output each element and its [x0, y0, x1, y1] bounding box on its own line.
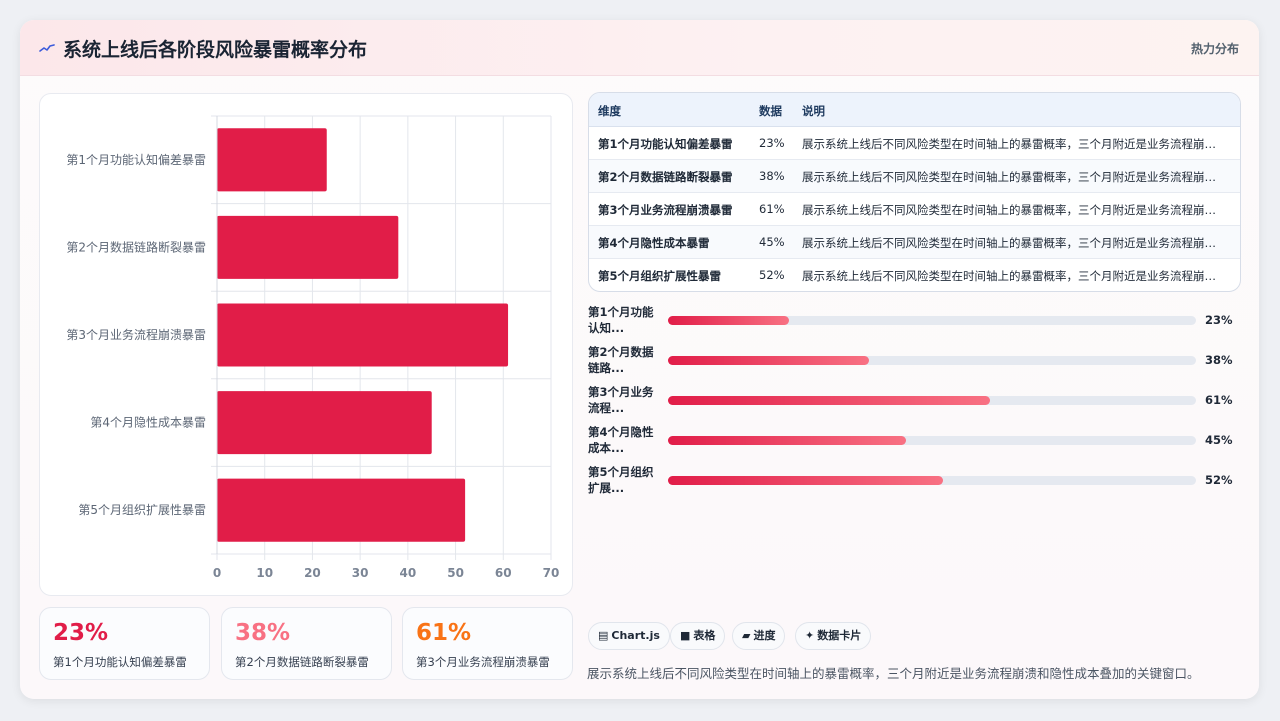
cell-dimension: 第3个月业务流程崩溃暴雷 [598, 203, 733, 217]
header-bar: 系统上线后各阶段风险暴雷概率分布 热力分布 [20, 20, 1259, 76]
x-tick-label: 20 [304, 566, 321, 580]
table-row: 第3个月业务流程崩溃暴雷 61% 展示系统上线后不同风险类型在时间轴上的暴雷概率… [589, 193, 1240, 226]
kpi-label: 第3个月业务流程崩溃暴雷 [416, 655, 550, 669]
table-row: 第5个月组织扩展性暴雷 52% 展示系统上线后不同风险类型在时间轴上的暴雷概率，… [589, 259, 1240, 291]
progress-track [668, 436, 1196, 445]
cell-description: 展示系统上线后不同风险类型在时间轴上的暴雷概率，三个月附近是业务流程崩溃和隐性成… [802, 137, 1224, 151]
cell-value: 23% [759, 136, 785, 150]
progress-track [668, 316, 1196, 325]
cell-description: 展示系统上线后不同风险类型在时间轴上的暴雷概率，三个月附近是业务流程崩溃和隐性成… [802, 170, 1224, 184]
progress-label: 第5个月组织扩展... [588, 465, 654, 495]
chart-icon: ▤ [598, 629, 609, 642]
chip-label: Chart.js [611, 629, 660, 642]
progress-value: 38% [1205, 353, 1233, 367]
progress-fill [668, 356, 869, 365]
kpi-card-3: 61% 第3个月业务流程崩溃暴雷 [402, 607, 573, 680]
kpi-value: 61% [416, 620, 472, 646]
progress-fill [668, 476, 943, 485]
progress-item: 第2个月数据链路... 38% [588, 342, 1241, 376]
progress-item: 第4个月隐性成本... 45% [588, 422, 1241, 456]
data-table: 维度 数据 说明 第1个月功能认知偏差暴雷 23% 展示系统上线后不同风险类型在… [588, 92, 1241, 292]
cell-value: 61% [759, 202, 785, 216]
bar [217, 128, 327, 192]
heatmap-tag: 热力分布 [1190, 42, 1239, 56]
x-tick-label: 30 [352, 566, 369, 580]
cell-value: 38% [759, 169, 785, 183]
progress-icon: ▰ [742, 629, 751, 642]
progress-label: 第4个月隐性成本... [588, 425, 654, 455]
table-row: 第4个月隐性成本暴雷 45% 展示系统上线后不同风险类型在时间轴上的暴雷概率，三… [589, 226, 1240, 259]
page-title: 系统上线后各阶段风险暴雷概率分布 [63, 39, 368, 61]
cell-dimension: 第2个月数据链路断裂暴雷 [598, 170, 733, 184]
column-header-description: 说明 [802, 104, 825, 118]
table-header: 维度 数据 说明 [589, 93, 1240, 127]
progress-track [668, 356, 1196, 365]
footnote-text: 展示系统上线后不同风险类型在时间轴上的暴雷概率，三个月附近是业务流程崩溃和隐性成… [587, 666, 1200, 681]
bar-chart-panel: 0 10 20 30 40 50 60 70 第1个月功能认知偏差暴雷 第2个月数据链路断裂暴雷第… [39, 93, 573, 596]
chip-chartjs[interactable]: ▤ Chart.js [588, 622, 670, 650]
kpi-value: 38% [235, 620, 291, 646]
cell-value: 52% [759, 268, 785, 282]
chip-progress[interactable]: ▰ 进度 [732, 622, 786, 650]
cell-description: 展示系统上线后不同风险类型在时间轴上的暴雷概率，三个月附近是业务流程崩溃和隐性成… [802, 269, 1224, 283]
card-icon: ✦ [805, 629, 815, 642]
progress-value: 61% [1205, 393, 1233, 407]
progress-fill [668, 316, 790, 325]
sparkline-icon [39, 44, 55, 52]
progress-fill [668, 436, 906, 445]
progress-fill [668, 396, 991, 405]
chip-data-card[interactable]: ✦ 数据卡片 [795, 622, 872, 650]
kpi-card-2: 38% 第2个月数据链路断裂暴雷 [221, 607, 392, 680]
kpi-label: 第2个月数据链路断裂暴雷 [235, 655, 369, 669]
table-icon: ■ [680, 629, 691, 642]
progress-track [668, 396, 1196, 405]
progress-item: 第1个月功能认知... 23% [588, 302, 1241, 336]
cell-dimension: 第5个月组织扩展性暴雷 [598, 269, 722, 283]
y-tick-label: 第4个月隐性成本暴雷 [90, 416, 206, 430]
progress-item: 第5个月组织扩展... 52% [588, 462, 1241, 496]
cell-description: 展示系统上线后不同风险类型在时间轴上的暴雷概率，三个月附近是业务流程崩溃和隐性成… [802, 203, 1224, 217]
cell-dimension: 第4个月隐性成本暴雷 [598, 236, 710, 250]
chip-label: 进度 [753, 629, 776, 642]
cell-dimension: 第1个月功能认知偏差暴雷 [598, 137, 733, 151]
bar [217, 391, 432, 455]
table-row: 第1个月功能认知偏差暴雷 23% 展示系统上线后不同风险类型在时间轴上的暴雷概率… [589, 127, 1240, 160]
bar-chart: 0 10 20 30 40 50 60 70第1个月功能认知偏差暴雷第2个月数据链路断裂暴雷第… [66, 115, 560, 580]
y-tick-label: 第2个月数据链路断裂暴雷 [66, 239, 206, 254]
progress-label: 第3个月业务流程... [588, 385, 654, 415]
bar [217, 478, 466, 542]
bar [217, 303, 509, 367]
column-header-dimension: 维度 [598, 104, 621, 118]
chip-table[interactable]: ■ 表格 [670, 622, 726, 650]
progress-value: 52% [1205, 473, 1233, 487]
progress-value: 23% [1205, 313, 1233, 327]
x-tick-label: 50 [447, 566, 464, 580]
chip-label: 数据卡片 [817, 629, 862, 642]
y-tick-label: 第3个月业务流程崩溃暴雷 [66, 327, 206, 342]
x-tick-label: 40 [400, 566, 417, 580]
kpi-label: 第1个月功能认知偏差暴雷 [53, 655, 187, 669]
x-tick-label: 60 [495, 566, 512, 580]
progress-label: 第2个月数据链路... [588, 345, 654, 375]
progress-track [668, 476, 1196, 485]
dashboard-card: 系统上线后各阶段风险暴雷概率分布 热力分布 0 10 20 30 40 50 60 70 第1个… [20, 20, 1259, 699]
progress-label: 第1个月功能认知... [588, 305, 654, 335]
kpi-card-1: 23% 第1个月功能认知偏差暴雷 [39, 607, 210, 680]
y-tick-label: 第1个月功能认知偏差暴雷 [66, 152, 206, 167]
progress-value: 45% [1205, 433, 1233, 447]
cell-description: 展示系统上线后不同风险类型在时间轴上的暴雷概率，三个月附近是业务流程崩溃和隐性成… [802, 236, 1224, 250]
table-row: 第2个月数据链路断裂暴雷 38% 展示系统上线后不同风险类型在时间轴上的暴雷概率… [589, 160, 1240, 193]
progress-item: 第3个月业务流程... 61% [588, 382, 1241, 416]
x-tick-label: 70 [543, 566, 560, 580]
cell-value: 45% [759, 235, 785, 249]
chip-label: 表格 [693, 629, 716, 642]
x-tick-label: 10 [256, 566, 273, 580]
kpi-value: 23% [53, 620, 109, 646]
x-tick-label: 0 [213, 566, 221, 580]
bar [217, 215, 399, 279]
y-tick-label: 第5个月组织扩展性暴雷 [78, 503, 206, 517]
column-header-value: 数据 [759, 104, 782, 118]
